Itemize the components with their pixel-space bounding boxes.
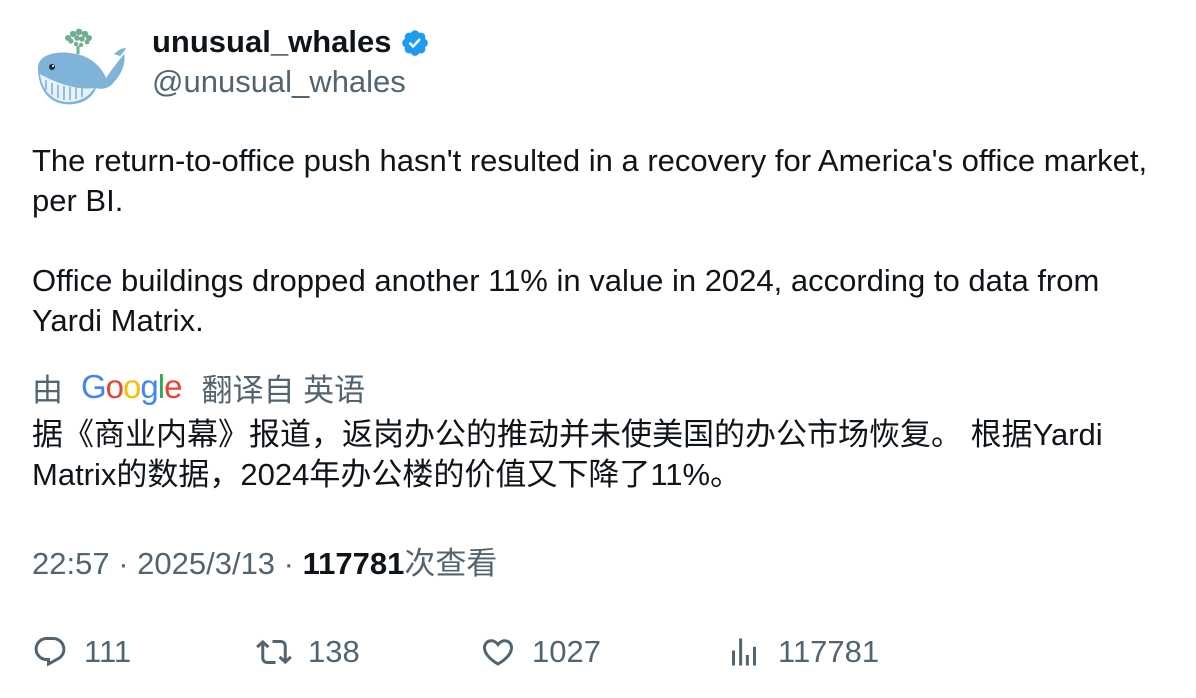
views-count: 117781 (302, 546, 405, 581)
heart-icon (482, 639, 514, 666)
translated-text: 据《商业内幕》报道，返岗办公的推动并未使美国的办公市场恢复。 根据Yardi M… (32, 417, 1103, 492)
translation-attribution: 由 Google 翻译自 英语 (32, 366, 375, 408)
tweet-paragraph-2: Office buildings dropped another 11% in … (32, 263, 1100, 338)
display-name[interactable]: unusual_whales (152, 22, 391, 62)
action-bar: 111 138 1027 117781 (32, 630, 1164, 674)
tweet-card: unusual_whales @unusual_whales The retur… (0, 0, 1196, 698)
verified-badge-icon (402, 30, 429, 56)
views-label: 次查看 (404, 546, 498, 581)
tweet-time[interactable]: 22:57 (32, 546, 110, 581)
analytics-icon (732, 638, 756, 666)
whale-logo-icon (38, 28, 126, 105)
tweet-meta: 22:57 · 2025/3/13 · 117781次查看 (32, 544, 497, 584)
user-handle[interactable]: @unusual_whales (152, 62, 406, 102)
meta-separator-1: · (109, 546, 138, 581)
reply-count: 111 (84, 634, 132, 669)
retweet-button[interactable]: 138 (256, 630, 360, 674)
avatar[interactable] (32, 24, 128, 114)
google-logo: Google (81, 368, 182, 405)
retweet-count: 138 (308, 634, 360, 669)
views-action-count: 117781 (778, 634, 880, 669)
tweet-paragraph-1: The return-to-office push hasn't resulte… (32, 143, 1148, 218)
translation-by-label: 由 (32, 372, 63, 408)
views-button[interactable]: 117781 (726, 630, 879, 674)
meta-separator-2: · (275, 546, 303, 581)
reply-button[interactable]: 111 (32, 630, 131, 674)
reply-icon (34, 637, 66, 667)
tweet-date[interactable]: 2025/3/13 (137, 546, 275, 581)
translated-from-label: 翻译自 英语 (201, 372, 366, 408)
like-count: 1027 (532, 634, 601, 669)
tweet-text: The return-to-office push hasn't resulte… (32, 141, 1164, 341)
user-name-row[interactable]: unusual_whales (152, 22, 430, 62)
like-button[interactable]: 1027 (480, 630, 601, 674)
retweet-icon (256, 639, 292, 665)
